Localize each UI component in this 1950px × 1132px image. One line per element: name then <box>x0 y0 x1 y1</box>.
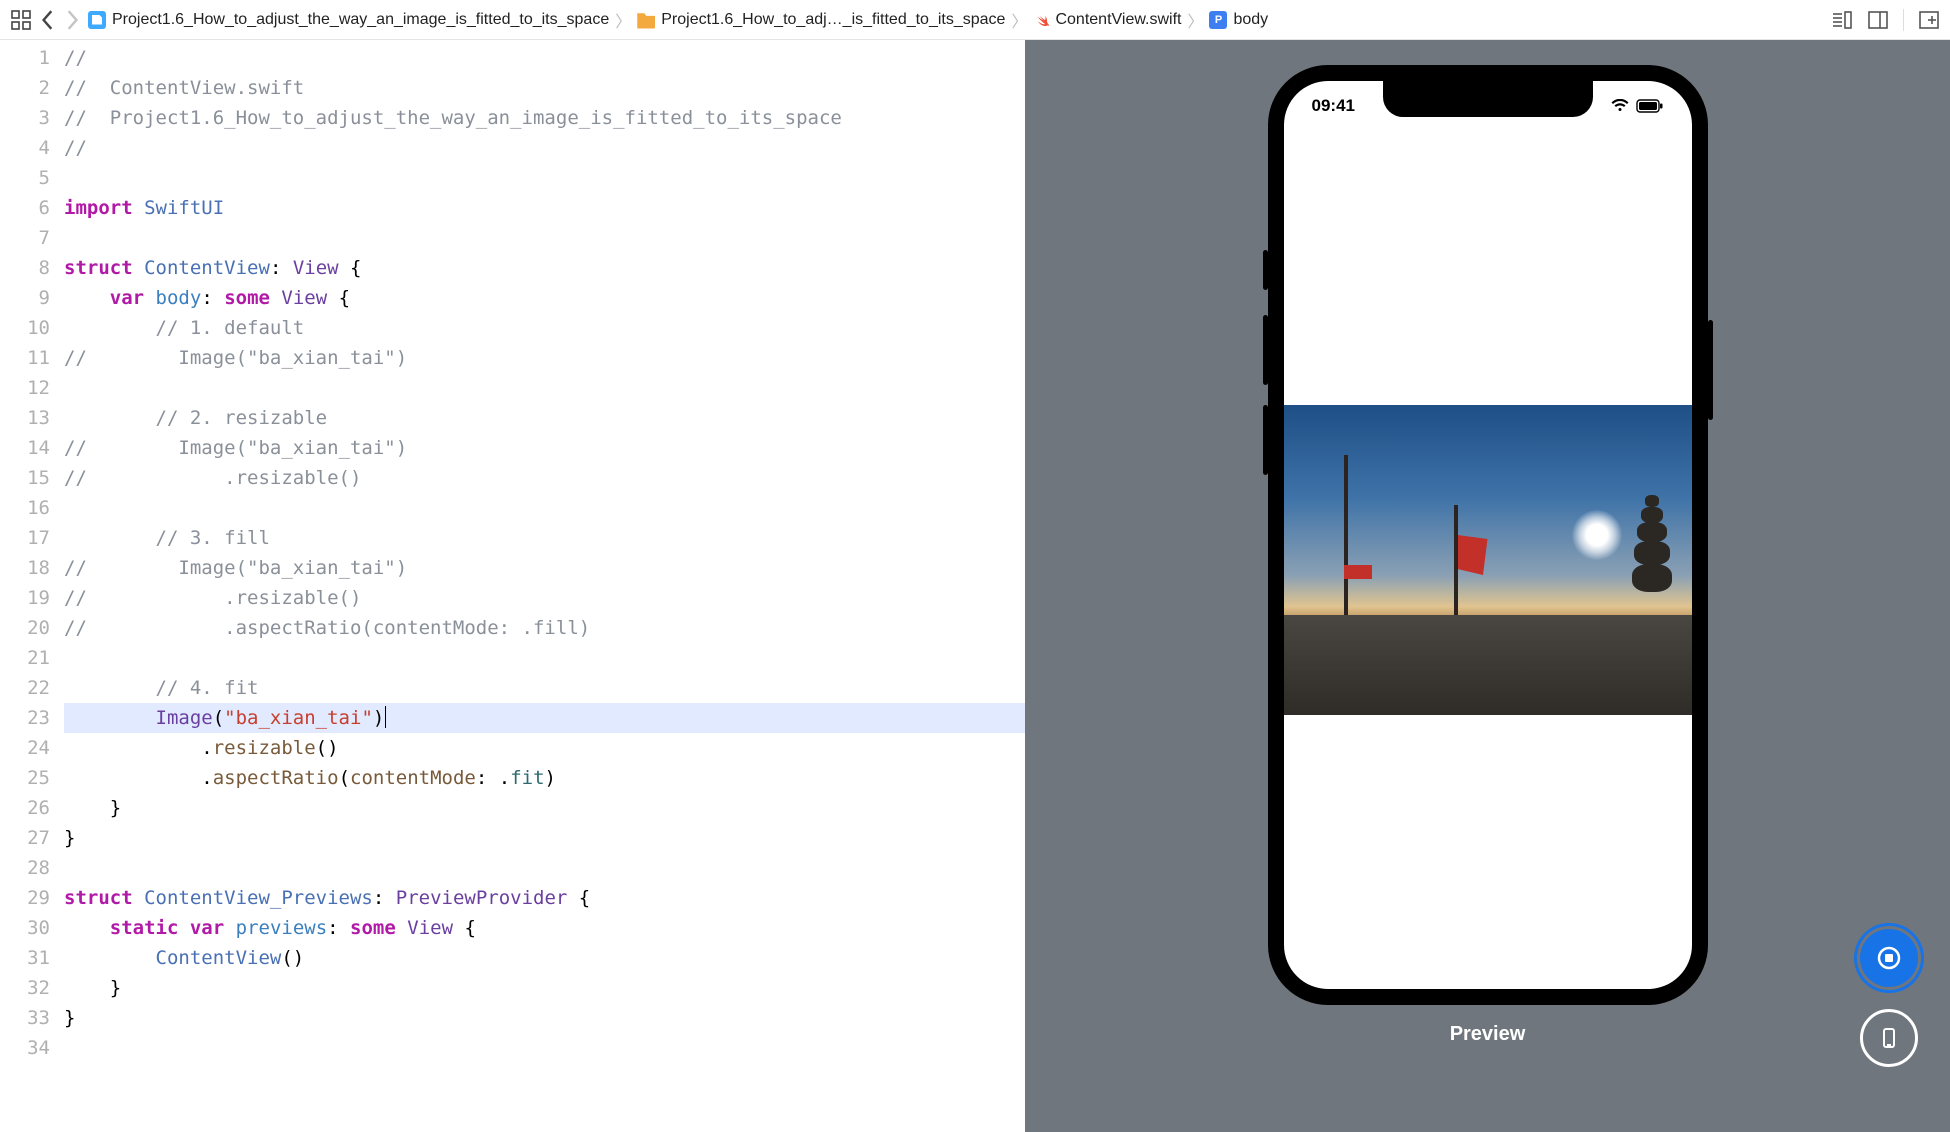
breadcrumb-item[interactable]: ContentView.swift <box>1055 11 1181 29</box>
notch <box>1383 81 1593 117</box>
back-icon[interactable] <box>40 9 56 31</box>
adjust-editor-icon[interactable] <box>1867 10 1889 30</box>
toolbar-right <box>1831 9 1940 31</box>
battery-icon <box>1636 99 1664 113</box>
chevron-right-icon: 〉 <box>615 8 631 32</box>
preview-content <box>1284 131 1692 989</box>
workspace: 1234567891011121314151617181920212223242… <box>0 40 1950 1132</box>
iphone-frame: 09:41 <box>1268 65 1708 1005</box>
image-view <box>1284 405 1692 715</box>
mute-switch <box>1263 250 1268 290</box>
forward-icon[interactable] <box>64 9 80 31</box>
property-icon: P <box>1209 11 1227 29</box>
device-settings-button[interactable] <box>1860 1009 1918 1067</box>
live-preview-button[interactable] <box>1860 929 1918 987</box>
folder-icon <box>637 11 655 29</box>
breadcrumb[interactable]: Project1.6_How_to_adjust_the_way_an_imag… <box>88 8 1823 32</box>
preview-pane: 09:41 Pre <box>1025 40 1950 1132</box>
breadcrumb-item[interactable]: body <box>1233 11 1268 29</box>
status-icons <box>1610 99 1664 113</box>
breadcrumb-item[interactable]: Project1.6_How_to_adj…_is_fitted_to_its_… <box>661 11 1005 29</box>
chevron-right-icon: 〉 <box>1011 8 1027 32</box>
code-area[interactable]: //// ContentView.swift// Project1.6_How_… <box>64 40 1025 1132</box>
chevron-right-icon: 〉 <box>1187 8 1203 32</box>
code-editor[interactable]: 1234567891011121314151617181920212223242… <box>0 40 1025 1132</box>
volume-down-button <box>1263 405 1268 475</box>
swift-file-icon <box>1033 12 1049 28</box>
toolbar: Project1.6_How_to_adjust_the_way_an_imag… <box>0 0 1950 40</box>
preview-label: Preview <box>1450 1023 1526 1046</box>
breadcrumb-item[interactable]: Project1.6_How_to_adjust_the_way_an_imag… <box>112 11 609 29</box>
status-time: 09:41 <box>1312 96 1355 116</box>
add-editor-icon[interactable] <box>1918 10 1940 30</box>
project-icon <box>88 11 106 29</box>
iphone-screen: 09:41 <box>1284 81 1692 989</box>
minimap-toggle-icon[interactable] <box>1831 10 1853 30</box>
line-gutter: 1234567891011121314151617181920212223242… <box>0 40 64 1132</box>
wifi-icon <box>1610 99 1630 113</box>
related-items-icon[interactable] <box>10 9 32 31</box>
side-button <box>1708 320 1713 420</box>
volume-up-button <box>1263 315 1268 385</box>
divider <box>1903 9 1904 31</box>
